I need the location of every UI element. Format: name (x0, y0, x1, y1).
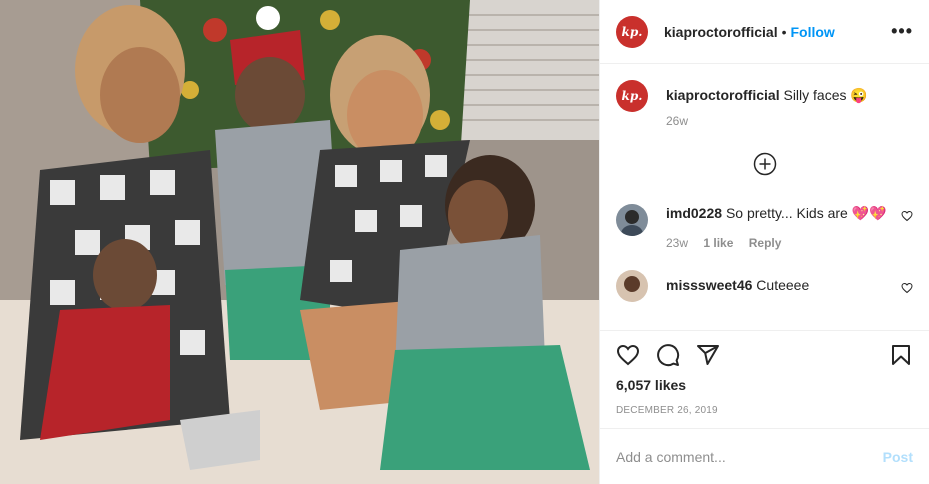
comment-likes-link[interactable]: 1 like (703, 236, 733, 250)
commenter-avatar-image (616, 204, 648, 236)
heart-icon[interactable] (616, 343, 640, 367)
comment-input[interactable]: Add a comment... (616, 449, 726, 465)
post-date[interactable]: December 26, 2019 (616, 405, 913, 416)
caption-timestamp[interactable]: 26w (666, 114, 868, 128)
post-caption: kp. kiaproctorofficial Silly faces 😜 26w (616, 80, 913, 128)
post-photo[interactable] (0, 0, 599, 484)
comment-reply-button[interactable]: Reply (749, 236, 782, 250)
comment-meta: 23w 1 like Reply (666, 236, 906, 250)
commenter-avatar-image (616, 270, 648, 302)
comment-body: imd0228 So pretty... Kids are 💖💖 23w 1 l… (666, 204, 906, 250)
share-icon[interactable] (696, 343, 720, 367)
author-avatar[interactable]: kp. (616, 15, 648, 48)
post-comment-button[interactable]: Post (883, 449, 913, 465)
commenter-avatar[interactable] (616, 204, 648, 236)
separator-dot: • (781, 23, 787, 40)
post-header: kp. kiaproctorofficial • Follow ••• (600, 0, 929, 64)
comment-like-heart-icon[interactable] (901, 282, 913, 294)
bookmark-icon[interactable] (889, 343, 913, 367)
comment-text-line: imd0228 So pretty... Kids are 💖💖 (666, 204, 906, 222)
comment-item: misssweet46 Cuteeee (616, 270, 913, 302)
comment-icon[interactable] (656, 343, 680, 367)
commenter-username-link[interactable]: misssweet46 (666, 277, 752, 293)
post-side-panel: kp. kiaproctorofficial • Follow ••• kp. … (599, 0, 929, 484)
comment-body: misssweet46 Cuteeee (666, 270, 906, 302)
caption-text: Silly faces 😜 (783, 87, 868, 103)
comment-emoji: 💖💖 (851, 205, 887, 221)
comment-item: imd0228 So pretty... Kids are 💖💖 23w 1 l… (616, 204, 913, 250)
comment-like-heart-icon[interactable] (901, 210, 913, 222)
comments-section[interactable]: kp. kiaproctorofficial Silly faces 😜 26w (600, 64, 929, 330)
caption-text-line: kiaproctorofficial Silly faces 😜 (666, 80, 868, 104)
load-more-comments (616, 152, 913, 176)
follow-button[interactable]: Follow (791, 24, 835, 40)
caption-body: kiaproctorofficial Silly faces 😜 26w (666, 80, 868, 128)
comment-text: So pretty... Kids are (725, 205, 848, 221)
post-container: kp. kiaproctorofficial • Follow ••• kp. … (0, 0, 929, 484)
author-username-link[interactable]: kiaproctorofficial (664, 24, 778, 40)
comment-timestamp[interactable]: 23w (666, 236, 688, 250)
more-icon[interactable]: ••• (891, 21, 913, 42)
photo-illustration (0, 0, 599, 484)
caption-username-link[interactable]: kiaproctorofficial (666, 87, 780, 103)
likes-count[interactable]: 6,057 likes (616, 377, 913, 393)
add-comment-bar: Add a comment... Post (600, 428, 929, 484)
comment-text-line: misssweet46 Cuteeee (666, 270, 906, 294)
commenter-avatar[interactable] (616, 270, 648, 302)
commenter-username-link[interactable]: imd0228 (666, 205, 722, 221)
action-icon-row (616, 339, 913, 371)
comment-text: Cuteeee (756, 277, 810, 293)
post-actions: 6,057 likes December 26, 2019 (600, 330, 929, 416)
add-circle-icon[interactable] (753, 152, 777, 176)
caption-avatar[interactable]: kp. (616, 80, 648, 112)
